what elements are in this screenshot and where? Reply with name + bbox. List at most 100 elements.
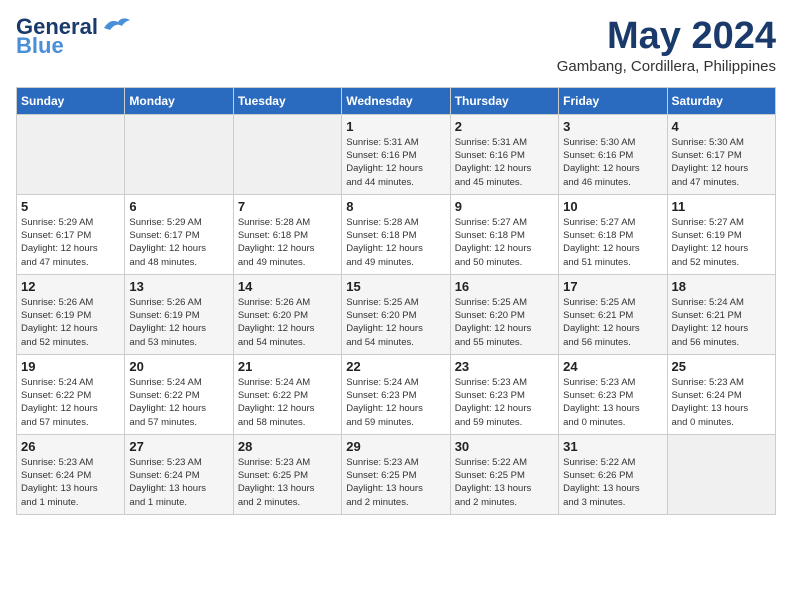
calendar-cell: 31 Sunrise: 5:22 AMSunset: 6:26 PMDayligh… — [559, 434, 667, 514]
weekday-header-cell: Sunday — [17, 87, 125, 114]
calendar-cell: 15Sunrise: 5:25 AMSunset: 6:20 PMDayligh… — [342, 274, 450, 354]
calendar-cell: 9 Sunrise: 5:27 AMSunset: 6:18 PMDaylight… — [450, 194, 558, 274]
calendar-cell — [125, 114, 233, 194]
day-number: 20 — [129, 359, 228, 374]
day-info: Sunrise: 5:23 AMSunset: 6:24 PMDaylight:… — [129, 456, 228, 509]
day-number: 12 — [21, 279, 120, 294]
calendar-cell: 7Sunrise: 5:28 AMSunset: 6:18 PMDaylight… — [233, 194, 341, 274]
day-number: 10 — [563, 199, 662, 214]
day-number: 23 — [455, 359, 554, 374]
calendar-cell: 4 Sunrise: 5:30 AMSunset: 6:17 PMDaylight… — [667, 114, 775, 194]
day-number: 17 — [563, 279, 662, 294]
day-number: 31 — [563, 439, 662, 454]
weekday-header-cell: Thursday — [450, 87, 558, 114]
calendar-cell — [667, 434, 775, 514]
day-number: 14 — [238, 279, 337, 294]
day-number: 9 — [455, 199, 554, 214]
day-number: 18 — [672, 279, 771, 294]
logo-bird-icon — [102, 14, 132, 36]
day-number: 13 — [129, 279, 228, 294]
day-info: Sunrise: 5:30 AMSunset: 6:16 PMDaylight:… — [563, 136, 662, 189]
day-info: Sunrise: 5:25 AMSunset: 6:20 PMDaylight:… — [455, 296, 554, 349]
day-info: Sunrise: 5:24 AMSunset: 6:23 PMDaylight:… — [346, 376, 445, 429]
day-info: Sunrise: 5:24 AMSunset: 6:22 PMDaylight:… — [129, 376, 228, 429]
calendar-week-row: 1 Sunrise: 5:31 AMSunset: 6:16 PMDaylight… — [17, 114, 776, 194]
calendar-cell: 16 Sunrise: 5:25 AMSunset: 6:20 PMDayligh… — [450, 274, 558, 354]
day-info: Sunrise: 5:31 AMSunset: 6:16 PMDaylight:… — [346, 136, 445, 189]
day-number: 5 — [21, 199, 120, 214]
weekday-header-row: SundayMondayTuesdayWednesdayThursdayFrid… — [17, 87, 776, 114]
calendar-cell: 21Sunrise: 5:24 AMSunset: 6:22 PMDayligh… — [233, 354, 341, 434]
day-info: Sunrise: 5:31 AMSunset: 6:16 PMDaylight:… — [455, 136, 554, 189]
calendar-cell: 12 Sunrise: 5:26 AMSunset: 6:19 PMDayligh… — [17, 274, 125, 354]
weekday-header-cell: Tuesday — [233, 87, 341, 114]
calendar-week-row: 12 Sunrise: 5:26 AMSunset: 6:19 PMDayligh… — [17, 274, 776, 354]
calendar-cell: 26 Sunrise: 5:23 AMSunset: 6:24 PMDayligh… — [17, 434, 125, 514]
day-number: 1 — [346, 119, 445, 134]
day-number: 27 — [129, 439, 228, 454]
calendar-cell: 17 Sunrise: 5:25 AMSunset: 6:21 PMDayligh… — [559, 274, 667, 354]
calendar-cell: 25 Sunrise: 5:23 AMSunset: 6:24 PMDayligh… — [667, 354, 775, 434]
calendar-cell: 23 Sunrise: 5:23 AMSunset: 6:23 PMDayligh… — [450, 354, 558, 434]
day-number: 28 — [238, 439, 337, 454]
day-info: Sunrise: 5:23 AMSunset: 6:24 PMDaylight:… — [672, 376, 771, 429]
day-info: Sunrise: 5:24 AMSunset: 6:22 PMDaylight:… — [21, 376, 120, 429]
calendar-cell: 2 Sunrise: 5:31 AMSunset: 6:16 PMDaylight… — [450, 114, 558, 194]
calendar-cell: 28Sunrise: 5:23 AMSunset: 6:25 PMDayligh… — [233, 434, 341, 514]
day-number: 26 — [21, 439, 120, 454]
weekday-header-cell: Monday — [125, 87, 233, 114]
day-info: Sunrise: 5:23 AMSunset: 6:23 PMDaylight:… — [455, 376, 554, 429]
day-number: 6 — [129, 199, 228, 214]
day-info: Sunrise: 5:23 AMSunset: 6:24 PMDaylight:… — [21, 456, 120, 509]
calendar-week-row: 5 Sunrise: 5:29 AMSunset: 6:17 PMDaylight… — [17, 194, 776, 274]
day-info: Sunrise: 5:26 AMSunset: 6:20 PMDaylight:… — [238, 296, 337, 349]
day-number: 16 — [455, 279, 554, 294]
day-info: Sunrise: 5:27 AMSunset: 6:19 PMDaylight:… — [672, 216, 771, 269]
day-info: Sunrise: 5:24 AMSunset: 6:21 PMDaylight:… — [672, 296, 771, 349]
calendar-cell: 18 Sunrise: 5:24 AMSunset: 6:21 PMDayligh… — [667, 274, 775, 354]
day-number: 22 — [346, 359, 445, 374]
day-number: 2 — [455, 119, 554, 134]
calendar-cell: 14 Sunrise: 5:26 AMSunset: 6:20 PMDayligh… — [233, 274, 341, 354]
day-info: Sunrise: 5:22 AMSunset: 6:25 PMDaylight:… — [455, 456, 554, 509]
calendar-cell: 5Sunrise: 5:29 AMSunset: 6:17 PMDaylight… — [17, 194, 125, 274]
calendar-week-row: 26 Sunrise: 5:23 AMSunset: 6:24 PMDayligh… — [17, 434, 776, 514]
logo: General Blue — [16, 16, 132, 56]
day-info: Sunrise: 5:25 AMSunset: 6:20 PMDaylight:… — [346, 296, 445, 349]
day-number: 4 — [672, 119, 771, 134]
calendar-table: SundayMondayTuesdayWednesdayThursdayFrid… — [16, 87, 776, 515]
day-info: Sunrise: 5:23 AMSunset: 6:23 PMDaylight:… — [563, 376, 662, 429]
calendar-cell: 13 Sunrise: 5:26 AMSunset: 6:19 PMDayligh… — [125, 274, 233, 354]
calendar-cell: 3 Sunrise: 5:30 AMSunset: 6:16 PMDaylight… — [559, 114, 667, 194]
calendar-cell: 27 Sunrise: 5:23 AMSunset: 6:24 PMDayligh… — [125, 434, 233, 514]
day-number: 25 — [672, 359, 771, 374]
day-number: 19 — [21, 359, 120, 374]
day-info: Sunrise: 5:28 AMSunset: 6:18 PMDaylight:… — [346, 216, 445, 269]
day-info: Sunrise: 5:30 AMSunset: 6:17 PMDaylight:… — [672, 136, 771, 189]
calendar-cell: 29 Sunrise: 5:23 AMSunset: 6:25 PMDayligh… — [342, 434, 450, 514]
day-info: Sunrise: 5:26 AMSunset: 6:19 PMDaylight:… — [129, 296, 228, 349]
day-number: 30 — [455, 439, 554, 454]
calendar-cell — [233, 114, 341, 194]
day-number: 8 — [346, 199, 445, 214]
day-info: Sunrise: 5:28 AMSunset: 6:18 PMDaylight:… — [238, 216, 337, 269]
calendar-cell: 22 Sunrise: 5:24 AMSunset: 6:23 PMDayligh… — [342, 354, 450, 434]
day-info: Sunrise: 5:23 AMSunset: 6:25 PMDaylight:… — [346, 456, 445, 509]
day-number: 29 — [346, 439, 445, 454]
location-title: Gambang, Cordillera, Philippines — [557, 58, 776, 75]
day-info: Sunrise: 5:22 AMSunset: 6:26 PMDaylight:… — [563, 456, 662, 509]
logo-blue: Blue — [16, 36, 64, 56]
day-info: Sunrise: 5:25 AMSunset: 6:21 PMDaylight:… — [563, 296, 662, 349]
weekday-header-cell: Wednesday — [342, 87, 450, 114]
day-info: Sunrise: 5:26 AMSunset: 6:19 PMDaylight:… — [21, 296, 120, 349]
day-info: Sunrise: 5:29 AMSunset: 6:17 PMDaylight:… — [129, 216, 228, 269]
calendar-cell: 6 Sunrise: 5:29 AMSunset: 6:17 PMDaylight… — [125, 194, 233, 274]
day-number: 11 — [672, 199, 771, 214]
calendar-cell: 30 Sunrise: 5:22 AMSunset: 6:25 PMDayligh… — [450, 434, 558, 514]
day-info: Sunrise: 5:24 AMSunset: 6:22 PMDaylight:… — [238, 376, 337, 429]
day-number: 3 — [563, 119, 662, 134]
calendar-body: 1 Sunrise: 5:31 AMSunset: 6:16 PMDaylight… — [17, 114, 776, 514]
calendar-cell — [17, 114, 125, 194]
calendar-cell: 10Sunrise: 5:27 AMSunset: 6:18 PMDayligh… — [559, 194, 667, 274]
day-info: Sunrise: 5:27 AMSunset: 6:18 PMDaylight:… — [455, 216, 554, 269]
